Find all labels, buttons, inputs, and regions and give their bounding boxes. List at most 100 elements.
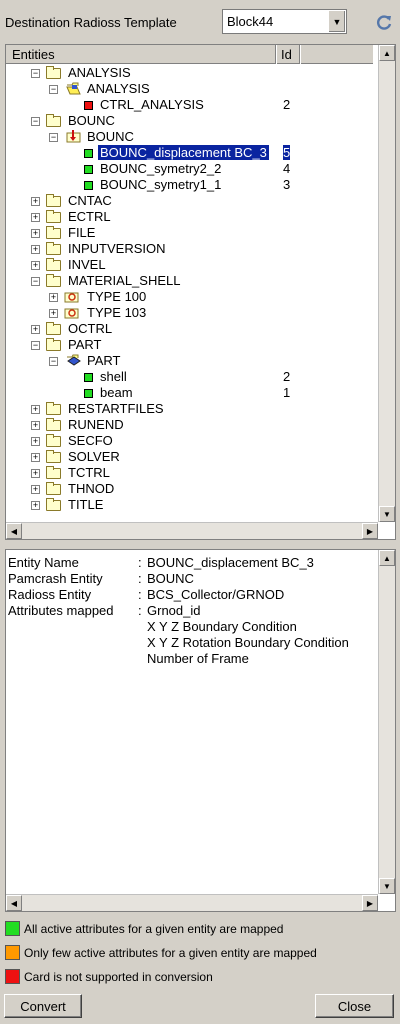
expand-icon[interactable]: +: [49, 309, 58, 318]
red-swatch: [5, 969, 20, 984]
expand-icon[interactable]: +: [31, 421, 40, 430]
tree-row-material-shell[interactable]: − MATERIAL_SHELL: [6, 273, 376, 289]
info-horizontal-scrollbar[interactable]: ◀ ▶: [6, 894, 378, 911]
part-folder-icon: [66, 354, 81, 367]
folder-icon: [46, 226, 61, 239]
separator: :: [138, 603, 142, 618]
scroll-right-icon[interactable]: ▶: [362, 523, 378, 539]
tree-label: BOUNC_symetry1_1: [100, 177, 222, 192]
tree-row-thnod[interactable]: + THNOD: [6, 481, 376, 497]
tree-row-shell[interactable]: shell 2: [6, 369, 376, 385]
tree-label: BOUNC: [87, 129, 134, 144]
expand-icon[interactable]: +: [31, 453, 40, 462]
expand-icon[interactable]: +: [31, 405, 40, 414]
refresh-icon[interactable]: [374, 12, 394, 32]
tree-row-analysis-group[interactable]: − ANALYSIS: [6, 81, 376, 97]
collapse-icon[interactable]: −: [49, 357, 58, 366]
pamcrash-entity-label: Pamcrash Entity: [8, 571, 103, 586]
tree-horizontal-scrollbar[interactable]: ◀ ▶: [6, 522, 378, 539]
tree-row-runend[interactable]: + RUNEND: [6, 417, 376, 433]
expand-icon[interactable]: +: [31, 213, 40, 222]
tree-row-restartfiles[interactable]: + RESTARTFILES: [6, 401, 376, 417]
status-green-icon: [84, 149, 93, 158]
tree-row-cntac[interactable]: + CNTAC: [6, 193, 376, 209]
folder-icon: [46, 434, 61, 447]
tree-row-secfo[interactable]: + SECFO: [6, 433, 376, 449]
column-header-id[interactable]: Id: [277, 45, 300, 64]
tree-row-solver[interactable]: + SOLVER: [6, 449, 376, 465]
tree-row-part[interactable]: − PART: [6, 337, 376, 353]
tree-row-invel[interactable]: + INVEL: [6, 257, 376, 273]
attribute-item: Number of Frame: [147, 651, 249, 666]
collapse-icon[interactable]: −: [31, 277, 40, 286]
collapse-icon[interactable]: −: [31, 341, 40, 350]
folder-icon: [46, 258, 61, 271]
expand-icon[interactable]: +: [31, 197, 40, 206]
expand-icon[interactable]: +: [31, 229, 40, 238]
collapse-icon[interactable]: −: [49, 85, 58, 94]
expand-icon[interactable]: +: [31, 485, 40, 494]
orange-swatch: [5, 945, 20, 960]
folder-icon: [46, 274, 61, 287]
attribute-item: Grnod_id: [147, 603, 201, 618]
tree-label: INVEL: [68, 257, 106, 272]
expand-icon[interactable]: +: [31, 469, 40, 478]
tree-label: TCTRL: [68, 465, 110, 480]
expand-icon[interactable]: +: [31, 261, 40, 270]
folder-icon: [46, 242, 61, 255]
scroll-right-icon[interactable]: ▶: [362, 895, 378, 911]
tree-row-beam[interactable]: beam 1: [6, 385, 376, 401]
open-folder-icon: [66, 82, 81, 95]
status-green-icon: [84, 181, 93, 190]
info-vertical-scrollbar[interactable]: ▲ ▼: [378, 550, 395, 894]
close-button[interactable]: Close: [315, 994, 394, 1018]
expand-icon[interactable]: +: [49, 293, 58, 302]
scroll-left-icon[interactable]: ◀: [6, 523, 22, 539]
tree-row-inputversion[interactable]: + INPUTVERSION: [6, 241, 376, 257]
tree-row-analysis[interactable]: − ANALYSIS: [6, 65, 376, 81]
legend-orange: Only few active attributes for a given e…: [5, 945, 395, 963]
tree-row-title[interactable]: + TITLE: [6, 497, 376, 513]
collapse-icon[interactable]: −: [49, 133, 58, 142]
scroll-down-icon[interactable]: ▼: [379, 878, 395, 894]
tree-row-file[interactable]: + FILE: [6, 225, 376, 241]
tree-row-bounc[interactable]: − BOUNC: [6, 113, 376, 129]
entity-name-label: Entity Name: [8, 555, 79, 570]
tree-row-type-100[interactable]: + TYPE 100: [6, 289, 376, 305]
tree-row-bounc-group[interactable]: − BOUNC: [6, 129, 376, 145]
tree-label: ANALYSIS: [68, 65, 131, 80]
column-header-entities[interactable]: Entities: [6, 45, 276, 64]
radioss-entity-value: BCS_Collector/GRNOD: [147, 587, 285, 602]
tree-row-part-group[interactable]: − PART: [6, 353, 376, 369]
legend-orange-text: Only few active attributes for a given e…: [24, 946, 317, 960]
folder-icon: [46, 322, 61, 335]
chevron-down-icon[interactable]: ▼: [328, 11, 345, 32]
tree-label: RUNEND: [68, 417, 124, 432]
folder-icon: [46, 498, 61, 511]
tree-vertical-scrollbar[interactable]: ▲ ▼: [378, 45, 395, 522]
scroll-up-icon[interactable]: ▲: [379, 45, 395, 61]
scroll-left-icon[interactable]: ◀: [6, 895, 22, 911]
tree-label: BOUNC_symetry2_2: [100, 161, 222, 176]
collapse-icon[interactable]: −: [31, 69, 40, 78]
tree-row-bounc-symetry1[interactable]: BOUNC_symetry1_1 3: [6, 177, 376, 193]
scroll-down-icon[interactable]: ▼: [379, 506, 395, 522]
scroll-up-icon[interactable]: ▲: [379, 550, 395, 566]
template-select[interactable]: Block44 ▼: [222, 9, 347, 34]
expand-icon[interactable]: +: [31, 245, 40, 254]
expand-icon[interactable]: +: [31, 501, 40, 510]
tree-row-octrl[interactable]: + OCTRL: [6, 321, 376, 337]
tree-row-bounc-symetry2[interactable]: BOUNC_symetry2_2 4: [6, 161, 376, 177]
expand-icon[interactable]: +: [31, 437, 40, 446]
tree-row-ectrl[interactable]: + ECTRL: [6, 209, 376, 225]
tree-row-type-103[interactable]: + TYPE 103: [6, 305, 376, 321]
expand-icon[interactable]: +: [31, 325, 40, 334]
tree-row-ctrl-analysis[interactable]: CTRL_ANALYSIS 2: [6, 97, 376, 113]
tree-row-tctrl[interactable]: + TCTRL: [6, 465, 376, 481]
status-green-icon: [84, 373, 93, 382]
tree-label: FILE: [68, 225, 96, 240]
tree-id: 2: [283, 369, 291, 384]
convert-button[interactable]: Convert: [4, 994, 82, 1018]
collapse-icon[interactable]: −: [31, 117, 40, 126]
tree-row-bounc-displacement[interactable]: BOUNC_displacement BC_3 5: [6, 145, 376, 161]
